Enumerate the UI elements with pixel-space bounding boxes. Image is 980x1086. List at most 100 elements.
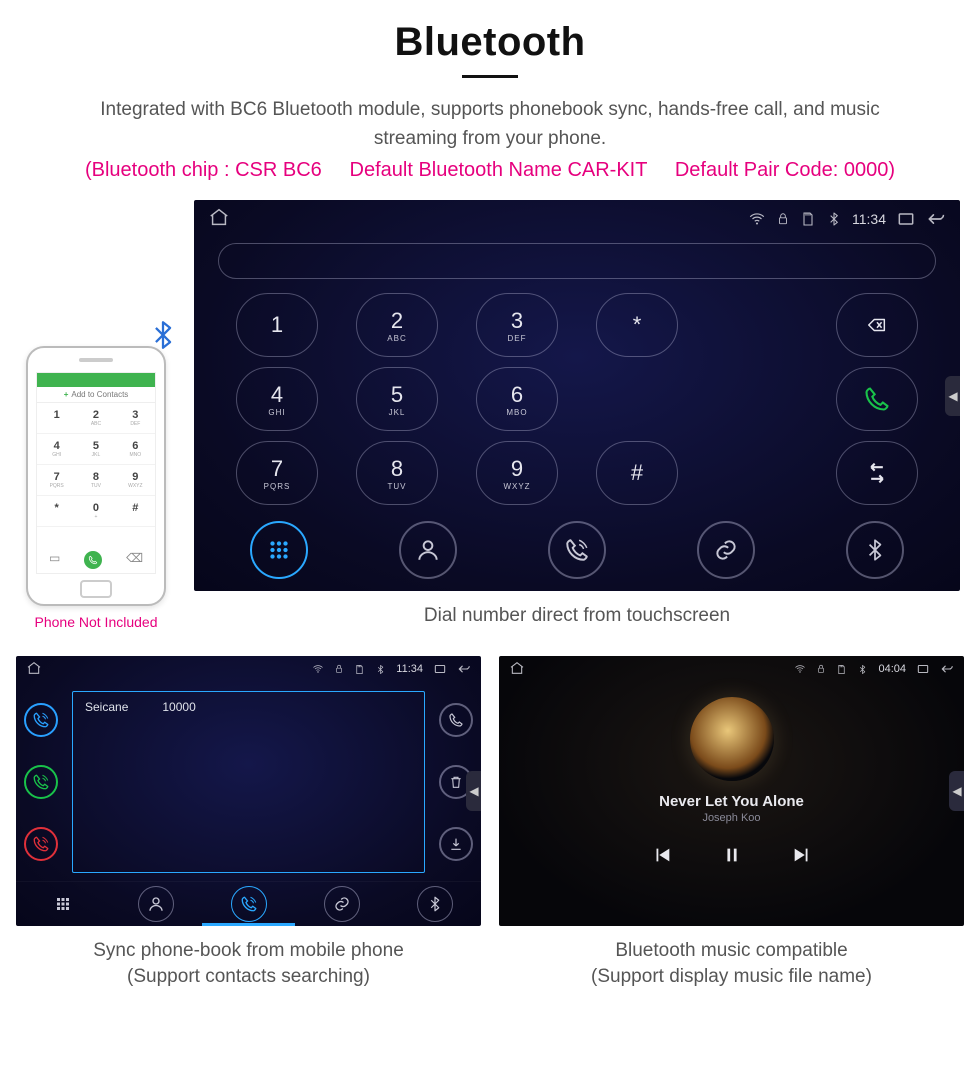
dialer-panel: 11:34 1 2ABC 3DEF * 4GHI 5JKL 6MBO — [194, 200, 960, 591]
contact-name: Seicane — [85, 700, 128, 714]
key-5[interactable]: 5JKL — [356, 367, 438, 431]
tab-contacts[interactable] — [399, 521, 457, 579]
page-subtitle: Integrated with BC6 Bluetooth module, su… — [60, 96, 920, 153]
key-star[interactable]: * — [596, 293, 678, 357]
dialer-clock: 11:34 — [852, 211, 886, 227]
phone-key: 2ABC — [76, 403, 115, 434]
tab-call-log[interactable] — [231, 886, 267, 922]
phone-video-icon: ▭ — [49, 551, 60, 569]
action-download[interactable] — [439, 827, 473, 861]
key-9[interactable]: 9WXYZ — [476, 441, 558, 505]
bluetooth-icon — [426, 895, 444, 913]
page-title: Bluetooth — [16, 20, 964, 65]
side-drawer-handle[interactable]: ◀ — [466, 771, 481, 811]
recent-apps-icon[interactable] — [896, 209, 916, 229]
home-icon[interactable] — [509, 660, 525, 676]
link-icon — [713, 537, 739, 563]
back-icon[interactable] — [940, 662, 954, 676]
list-item[interactable]: Seicane 10000 — [85, 700, 412, 714]
phone-key: 5JKL — [76, 434, 115, 465]
key-6[interactable]: 6MBO — [476, 367, 558, 431]
phone-back-icon: ⌫ — [126, 551, 143, 569]
swap-icon — [863, 459, 891, 487]
next-button[interactable] — [791, 844, 813, 866]
call-log-outgoing[interactable] — [24, 765, 58, 799]
bluetooth-icon — [375, 664, 386, 675]
dialer-caption: Dial number direct from touchscreen — [194, 603, 960, 630]
call-log-list[interactable]: Seicane 10000 — [72, 691, 425, 873]
music-caption: Bluetooth music compatible (Support disp… — [499, 938, 964, 991]
tab-pair[interactable] — [697, 521, 755, 579]
dialpad-icon — [54, 895, 72, 913]
bluetooth-icon — [857, 664, 868, 675]
key-2[interactable]: 2ABC — [356, 293, 438, 357]
key-1[interactable]: 1 — [236, 293, 318, 357]
tab-pair[interactable] — [324, 886, 360, 922]
phone-key: 9WXYZ — [116, 465, 155, 496]
phone-key: 0+ — [76, 496, 115, 527]
recent-apps-icon[interactable] — [433, 662, 447, 676]
phone-key: 8TUV — [76, 465, 115, 496]
pause-button[interactable] — [721, 844, 743, 866]
phone-home-button — [80, 580, 112, 598]
link-icon — [333, 895, 351, 913]
dial-display[interactable] — [218, 243, 936, 279]
contacts-caption: Sync phone-book from mobile phone (Suppo… — [16, 938, 481, 991]
call-icon — [863, 385, 891, 413]
tab-bt-settings[interactable] — [846, 521, 904, 579]
person-icon — [415, 537, 441, 563]
key-8[interactable]: 8TUV — [356, 441, 438, 505]
tab-dialpad[interactable] — [250, 521, 308, 579]
phone-key: # — [116, 496, 155, 527]
phone-addbar-label: Add to Contacts — [71, 390, 128, 399]
phone-key: * — [37, 496, 76, 527]
music-clock: 04:04 — [878, 663, 906, 675]
title-underline — [462, 75, 518, 78]
key-call[interactable] — [836, 367, 918, 431]
sd-icon — [354, 664, 365, 675]
call-log-incoming[interactable] — [24, 703, 58, 737]
backspace-icon — [862, 314, 892, 336]
wifi-icon — [312, 663, 324, 675]
recent-apps-icon[interactable] — [916, 662, 930, 676]
phone-key: 7PQRS — [37, 465, 76, 496]
tab-call-log[interactable] — [548, 521, 606, 579]
phone-dial-button — [84, 551, 102, 569]
key-7[interactable]: 7PQRS — [236, 441, 318, 505]
call-log-missed[interactable] — [24, 827, 58, 861]
tab-contacts[interactable] — [138, 886, 174, 922]
key-3[interactable]: 3DEF — [476, 293, 558, 357]
tab-dialpad[interactable] — [45, 886, 81, 922]
contacts-panel: 11:34 Seicane 10000 — [16, 656, 481, 926]
phone-wave-icon — [240, 895, 258, 913]
tab-bt-settings[interactable] — [417, 886, 453, 922]
phone-key: 6MNO — [116, 434, 155, 465]
key-4[interactable]: 4GHI — [236, 367, 318, 431]
action-call[interactable] — [439, 703, 473, 737]
bluetooth-signal-icon — [146, 318, 180, 357]
key-hash[interactable]: # — [596, 441, 678, 505]
back-icon[interactable] — [457, 662, 471, 676]
key-backspace[interactable] — [836, 293, 918, 357]
key-swap-audio[interactable] — [836, 441, 918, 505]
wifi-icon — [748, 210, 766, 228]
phone-caption: Phone Not Included — [16, 614, 176, 630]
lock-icon — [776, 212, 790, 226]
music-panel: 04:04 Never Let You Alone Joseph Koo — [499, 656, 964, 926]
home-icon[interactable] — [26, 660, 42, 676]
phone-mock: +Add to Contacts 12ABC3DEF4GHI5JKL6MNO7P… — [26, 346, 166, 606]
prev-button[interactable] — [651, 844, 673, 866]
track-title: Never Let You Alone — [659, 793, 804, 810]
person-icon — [147, 895, 165, 913]
side-drawer-handle[interactable]: ◀ — [949, 771, 964, 811]
lock-icon — [816, 664, 826, 674]
album-art — [690, 697, 774, 781]
phone-key: 3DEF — [116, 403, 155, 434]
side-drawer-handle[interactable]: ◀ — [945, 376, 960, 416]
contact-number: 10000 — [162, 700, 195, 714]
lock-icon — [334, 664, 344, 674]
phone-wave-icon — [564, 537, 590, 563]
sd-icon — [836, 664, 847, 675]
back-icon[interactable] — [926, 209, 946, 229]
home-icon[interactable] — [208, 206, 230, 228]
